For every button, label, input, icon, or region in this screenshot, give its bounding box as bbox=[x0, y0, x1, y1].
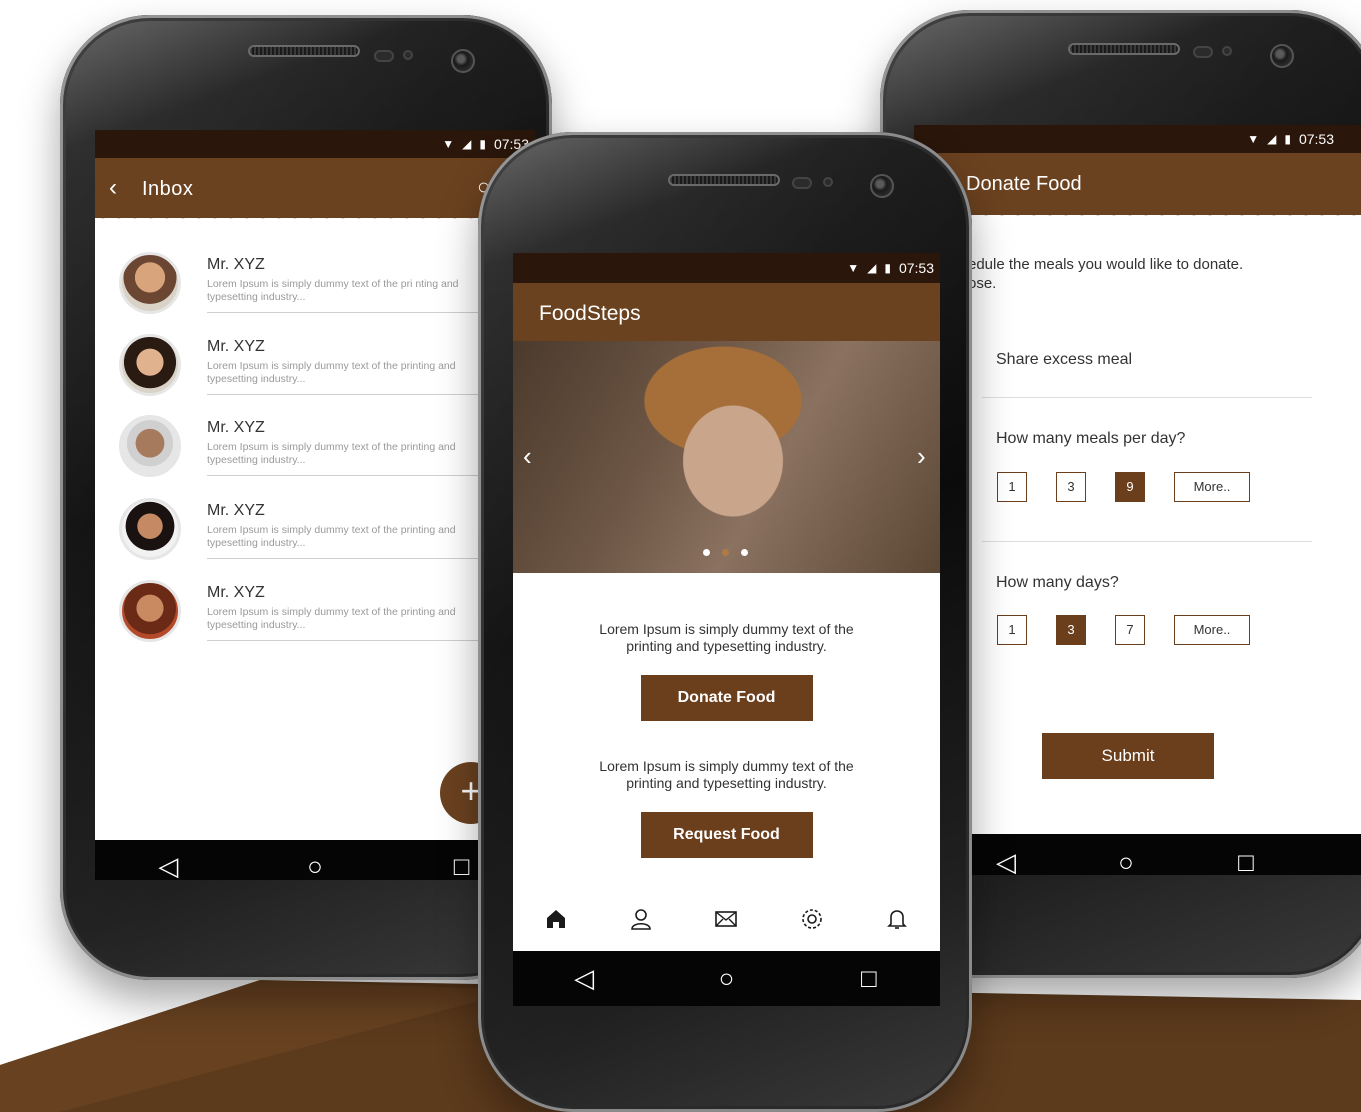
message-snippet: Lorem Ipsum is simply dummy text of the … bbox=[207, 524, 456, 549]
back-button[interactable]: ‹ bbox=[109, 174, 117, 202]
nav-back-icon[interactable]: ◁ bbox=[976, 847, 1036, 876]
home-screen: ▼ ◢ ▮ 07:53 FoodSteps ‹ › Lorem Ipsum is… bbox=[513, 253, 940, 1006]
carousel-dot-active[interactable] bbox=[722, 549, 729, 556]
message-snippet: Lorem Ipsum is simply dummy text of the … bbox=[207, 606, 456, 631]
sender-name: Mr. XYZ bbox=[207, 338, 265, 355]
page-title: Inbox bbox=[142, 178, 194, 200]
showcase-stage: ▼ ◢ ▮ 07:53 ‹ Inbox ○ Mr. XYZ Lorem Ipsu… bbox=[0, 0, 1361, 1112]
nav-home-icon[interactable]: ○ bbox=[1096, 847, 1156, 876]
nav-back-icon[interactable]: ◁ bbox=[554, 963, 614, 994]
wifi-icon: ▼ bbox=[442, 137, 455, 151]
days-option-7[interactable]: 7 bbox=[1115, 615, 1145, 645]
profile-icon[interactable] bbox=[621, 907, 661, 936]
meals-question: How many meals per day? bbox=[996, 430, 1186, 447]
message-snippet: Lorem Ipsum is simply dummy text of the … bbox=[207, 278, 459, 303]
home-app-bar: FoodSteps bbox=[513, 283, 940, 341]
avatar bbox=[119, 252, 181, 314]
sender-name: Mr. XYZ bbox=[207, 256, 265, 273]
signal-icon: ◢ bbox=[462, 137, 472, 151]
app-title: FoodSteps bbox=[539, 302, 641, 325]
hero-carousel[interactable]: ‹ › bbox=[513, 341, 940, 573]
status-bar: ▼ ◢ ▮ 07:53 bbox=[914, 125, 1361, 153]
donate-app-bar: Donate Food bbox=[914, 153, 1361, 222]
settings-icon[interactable] bbox=[792, 907, 832, 936]
meals-option-3[interactable]: 3 bbox=[1056, 472, 1086, 502]
request-blurb: Lorem Ipsum is simply dummy text of the … bbox=[599, 758, 854, 791]
list-item[interactable]: Mr. XYZ Lorem Ipsum is simply dummy text… bbox=[119, 498, 535, 570]
meals-option-more[interactable]: More.. bbox=[1174, 472, 1250, 502]
home-icon[interactable] bbox=[536, 907, 576, 936]
signal-icon: ◢ bbox=[867, 261, 877, 275]
message-snippet: Lorem Ipsum is simply dummy text of the … bbox=[207, 360, 456, 385]
wifi-icon: ▼ bbox=[1247, 132, 1260, 146]
intro-text: edule the meals you would like to donate… bbox=[968, 256, 1244, 292]
inbox-app-bar: ‹ Inbox ○ bbox=[95, 158, 535, 225]
list-item[interactable]: Mr. XYZ Lorem Ipsum is simply dummy text… bbox=[119, 580, 535, 652]
status-bar: ▼ ◢ ▮ 07:53 bbox=[95, 130, 535, 158]
avatar bbox=[119, 580, 181, 642]
bell-icon[interactable] bbox=[877, 907, 917, 936]
request-food-button[interactable]: Request Food bbox=[640, 812, 813, 858]
battery-icon: ▮ bbox=[1284, 132, 1291, 146]
days-option-3[interactable]: 3 bbox=[1056, 615, 1086, 645]
sender-name: Mr. XYZ bbox=[207, 584, 265, 601]
wifi-icon: ▼ bbox=[847, 261, 860, 275]
carousel-dot[interactable] bbox=[741, 549, 748, 556]
battery-icon: ▮ bbox=[479, 137, 486, 151]
submit-button[interactable]: Submit bbox=[1042, 733, 1214, 779]
nav-home-icon[interactable]: ○ bbox=[696, 963, 756, 994]
status-bar: ▼ ◢ ▮ 07:53 bbox=[513, 253, 940, 283]
days-option-more[interactable]: More.. bbox=[1174, 615, 1250, 645]
avatar bbox=[119, 334, 181, 396]
status-time: 07:53 bbox=[1298, 131, 1334, 147]
center-phone: ▼ ◢ ▮ 07:53 FoodSteps ‹ › Lorem Ipsum is… bbox=[478, 132, 972, 1112]
android-nav-bar: ◁ ○ □ bbox=[95, 840, 535, 880]
sender-name: Mr. XYZ bbox=[207, 502, 265, 519]
meals-option-1[interactable]: 1 bbox=[997, 472, 1027, 502]
avatar bbox=[119, 498, 181, 560]
carousel-next-button[interactable]: › bbox=[917, 441, 926, 472]
battery-icon: ▮ bbox=[884, 261, 891, 275]
sender-name: Mr. XYZ bbox=[207, 419, 265, 436]
nav-back-icon[interactable]: ◁ bbox=[138, 851, 198, 881]
mail-icon[interactable] bbox=[706, 907, 746, 936]
donate-screen: ▼ ◢ ▮ 07:53 Donate Food edule the meals … bbox=[914, 125, 1361, 875]
message-snippet: Lorem Ipsum is simply dummy text of the … bbox=[207, 441, 456, 466]
share-excess-meal-label[interactable]: Share excess meal bbox=[996, 351, 1132, 369]
inbox-screen: ▼ ◢ ▮ 07:53 ‹ Inbox ○ Mr. XYZ Lorem Ipsu… bbox=[95, 130, 535, 880]
days-question: How many days? bbox=[996, 574, 1119, 591]
list-item[interactable]: Mr. XYZ Lorem Ipsum is simply dummy text… bbox=[119, 415, 535, 487]
android-nav-bar: ◁ ○ □ bbox=[914, 834, 1361, 875]
bottom-tab-bar bbox=[513, 895, 940, 947]
nav-home-icon[interactable]: ○ bbox=[285, 851, 345, 881]
carousel-indicator bbox=[703, 549, 748, 556]
meals-option-9[interactable]: 9 bbox=[1115, 472, 1145, 502]
list-item[interactable]: Mr. XYZ Lorem Ipsum is simply dummy text… bbox=[119, 334, 535, 406]
android-nav-bar: ◁ ○ □ bbox=[513, 951, 940, 1006]
nav-recents-icon[interactable]: □ bbox=[1216, 847, 1276, 876]
donate-food-button[interactable]: Donate Food bbox=[640, 675, 813, 721]
list-item[interactable]: Mr. XYZ Lorem Ipsum is simply dummy text… bbox=[119, 252, 535, 324]
carousel-prev-button[interactable]: ‹ bbox=[523, 441, 532, 472]
avatar bbox=[119, 415, 181, 477]
status-time: 07:53 bbox=[898, 260, 934, 276]
carousel-dot[interactable] bbox=[703, 549, 710, 556]
days-option-1[interactable]: 1 bbox=[997, 615, 1027, 645]
page-title: Donate Food bbox=[966, 173, 1082, 195]
signal-icon: ◢ bbox=[1267, 132, 1277, 146]
donate-blurb: Lorem Ipsum is simply dummy text of the … bbox=[599, 621, 854, 654]
nav-recents-icon[interactable]: □ bbox=[839, 963, 899, 994]
